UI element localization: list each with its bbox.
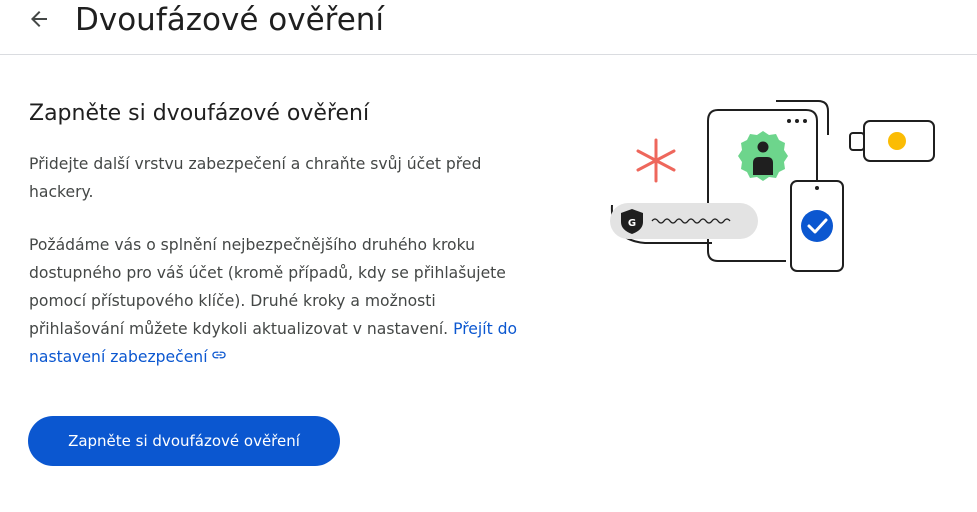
badge-letter: G <box>628 218 636 229</box>
section-heading: Zapněte si dvoufázové ověření <box>29 101 370 126</box>
link-icon <box>211 344 227 372</box>
arrow-back-icon <box>27 7 51 35</box>
description-text: Požádáme vás o splnění nejbezpečnějšího … <box>29 236 506 338</box>
page-title: Dvoufázové ověření <box>75 2 385 38</box>
description-paragraph: Požádáme vás o splnění nejbezpečnějšího … <box>29 231 529 372</box>
two-step-illustration: G <box>600 95 940 280</box>
security-key-icon <box>849 120 935 162</box>
back-button[interactable] <box>22 4 56 38</box>
top-bar: Dvoufázové ověření <box>0 0 977 55</box>
intro-paragraph: Přidejte další vrstvu zabezpečení a chra… <box>29 155 482 201</box>
asterisk-icon <box>636 138 676 183</box>
checkmark-icon <box>801 210 833 242</box>
user-badge-icon <box>738 131 788 181</box>
enable-2fa-button[interactable]: Zapněte si dvoufázové ověření <box>28 416 340 466</box>
